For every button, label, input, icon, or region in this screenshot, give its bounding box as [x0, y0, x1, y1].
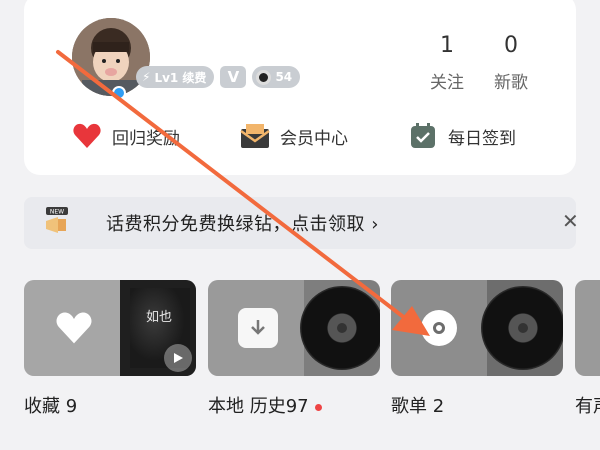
tile-label-local-history: 本地 历史97: [208, 392, 322, 418]
tile-favorites[interactable]: 如也: [24, 280, 196, 376]
vip-badge[interactable]: V: [220, 66, 247, 88]
user-badges: ⚡ Lv1 续费 V 54: [136, 66, 301, 88]
quick-action-member-center[interactable]: 会员中心: [240, 122, 348, 150]
svip-badge[interactable]: 54: [252, 66, 301, 88]
disc-icon: [421, 310, 457, 346]
stat-following-label: 关注: [430, 73, 464, 93]
stat-following-value: 1: [440, 33, 454, 58]
vinyl-icon: [300, 286, 380, 370]
megaphone-new-icon: NEW: [42, 207, 72, 237]
avatar-online-badge: [112, 86, 126, 100]
stat-following[interactable]: 1 关注: [422, 33, 472, 94]
tile-label-playlists: 歌单 2: [391, 396, 445, 417]
stat-new-songs[interactable]: 0 新歌: [486, 33, 536, 94]
lightning-icon: ⚡: [142, 70, 151, 84]
cover-text: 如也: [146, 310, 173, 325]
calendar-check-icon: [408, 122, 438, 150]
banner-text: 话费积分免费换绿钻，点击领取 ›: [106, 214, 379, 235]
tile-playlists[interactable]: [391, 280, 563, 376]
quick-action-daily-checkin[interactable]: 每日签到: [408, 122, 516, 150]
tile-label-favorites: 收藏 9: [24, 396, 78, 417]
play-icon[interactable]: [164, 344, 192, 372]
tile-local-history[interactable]: [208, 280, 380, 376]
tile-audio[interactable]: [575, 280, 600, 376]
svg-text:NEW: NEW: [50, 209, 64, 216]
favorites-cover: 如也: [120, 280, 196, 376]
stat-new-songs-label: 新歌: [494, 73, 528, 93]
svip-dot-icon: [256, 69, 272, 85]
close-icon[interactable]: ✕: [562, 210, 579, 232]
envelope-icon: [240, 122, 270, 150]
vinyl-icon: [481, 286, 563, 370]
new-dot-badge: [314, 403, 322, 411]
download-icon: [238, 308, 278, 348]
tile-label-audio: 有声: [575, 396, 600, 417]
heart-icon: [72, 122, 102, 150]
stat-new-songs-value: 0: [504, 33, 518, 58]
level-badge[interactable]: ⚡ Lv1 续费: [136, 66, 215, 88]
quick-action-return-reward[interactable]: 回归奖励: [72, 122, 180, 150]
promo-banner[interactable]: NEW 话费积分免费换绿钻，点击领取 › ✕: [24, 197, 579, 249]
heart-icon: [52, 308, 96, 348]
